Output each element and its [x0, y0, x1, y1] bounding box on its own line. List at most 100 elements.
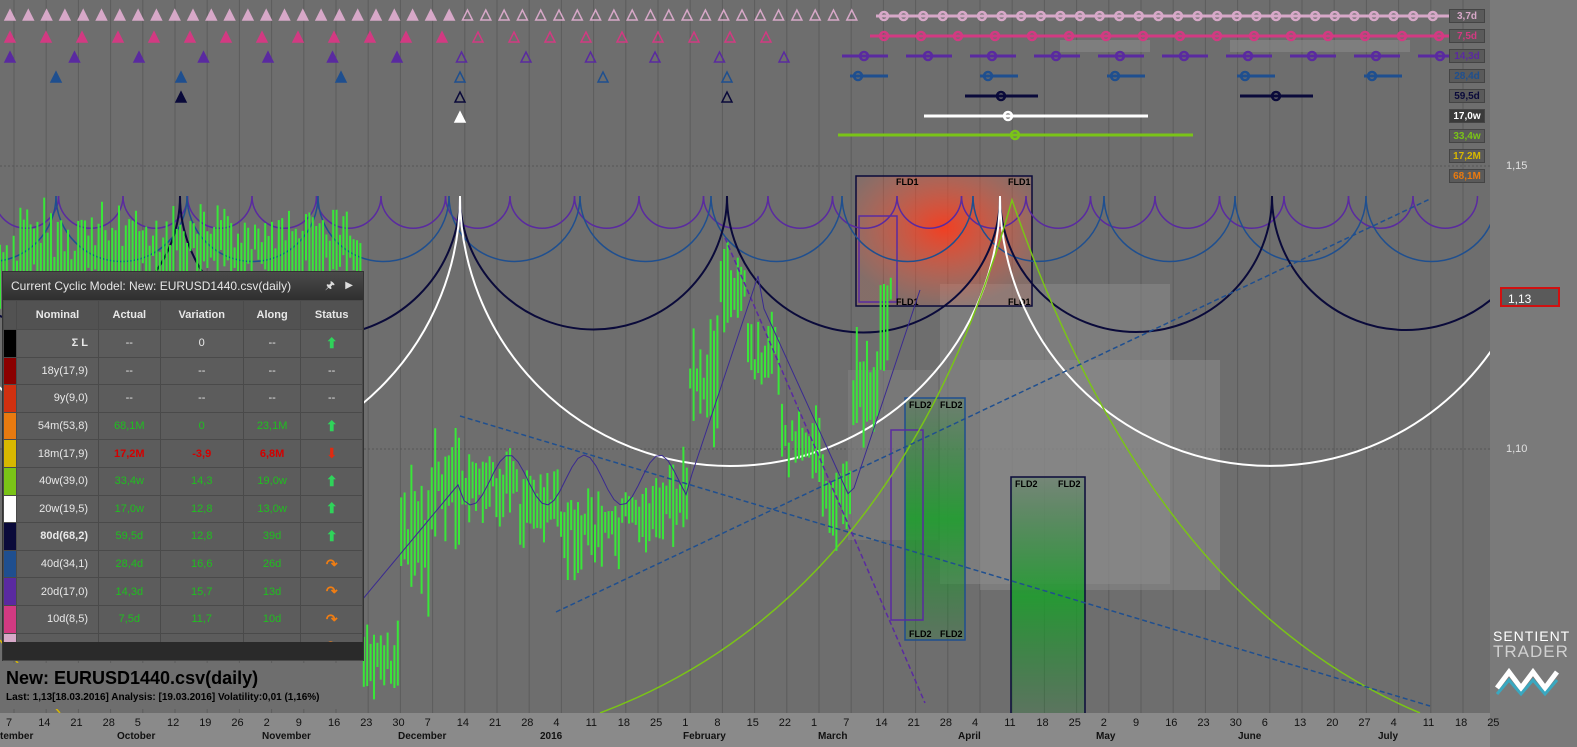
- cycle-row[interactable]: 80d(68,2) 59,5d 12,8 39d ⬆: [3, 522, 363, 551]
- last-analysis-line: Last: 1,13[18.03.2016] Analysis: [19.03.…: [6, 692, 320, 703]
- cycle-swatch: [3, 466, 17, 496]
- x-month-label: February: [683, 731, 726, 742]
- cycle-label: 28,4d: [1449, 69, 1485, 83]
- cycle-row[interactable]: 40d(34,1) 28,4d 16,6 26d ↷: [3, 549, 363, 579]
- nominal-cell: 80d(68,2): [16, 522, 99, 551]
- instrument-name: New: EURUSD1440.csv(daily): [6, 668, 259, 688]
- variation-cell: 11,7: [159, 604, 244, 634]
- cycle-row[interactable]: 40w(39,0) 33,4w 14,3 19,0w ⬆: [3, 466, 363, 496]
- x-date-label: 7: [843, 717, 850, 729]
- x-date-label: 18: [1455, 717, 1468, 729]
- fld2-label-d: FLD2: [940, 629, 963, 639]
- along-cell: 6,8M: [242, 439, 302, 468]
- header-variation[interactable]: Variation: [159, 300, 244, 330]
- chart-info: New: EURUSD1440.csv(daily) Last: 1,13[18…: [2, 663, 362, 709]
- cycle-swatch: [3, 329, 17, 358]
- cycle-row[interactable]: 54m(53,8) 68,1M 0 23,1M ⬆: [3, 411, 363, 441]
- nominal-cell: 20w(19,5): [16, 494, 99, 524]
- status-cell: ⬆: [300, 466, 363, 496]
- cycle-label: 33,4w: [1449, 129, 1485, 143]
- along-cell: 13,0w: [242, 494, 302, 524]
- actual-cell: 17,2M: [98, 439, 161, 468]
- fld2-label-b: FLD2: [940, 400, 963, 410]
- x-date-label: 30: [1229, 717, 1242, 729]
- x-date-label: 23: [360, 717, 373, 729]
- cycle-label: 14,3d: [1449, 49, 1485, 63]
- cycle-row[interactable]: 20d(17,0) 14,3d 15,7 13d ↷: [3, 577, 363, 606]
- x-date-label: 21: [489, 717, 502, 729]
- cycle-swatch: [3, 577, 17, 606]
- x-date-label: 28: [521, 717, 534, 729]
- x-date-label: 15: [746, 717, 759, 729]
- fld2-zone-b: [1010, 476, 1086, 713]
- nominal-cell: 18m(17,9): [16, 439, 99, 468]
- down-arrow-icon: ⬇: [325, 445, 338, 462]
- x-date-label: 21: [907, 717, 920, 729]
- pin-icon[interactable]: 🖈: [325, 272, 335, 300]
- x-date-label: 11: [1422, 717, 1435, 729]
- logo-line-2: TRADER: [1493, 642, 1569, 661]
- status-cell: ↷: [300, 549, 363, 579]
- variation-cell: 0: [159, 329, 244, 358]
- x-date-label: 4: [972, 717, 979, 729]
- variation-cell: --: [159, 384, 244, 413]
- x-date-label: 9: [295, 717, 302, 729]
- x-date-label: 20: [1326, 717, 1339, 729]
- along-cell: 39d: [242, 522, 302, 551]
- cycle-swatch: [3, 356, 17, 386]
- cycle-row[interactable]: 20w(19,5) 17,0w 12,8 13,0w ⬆: [3, 494, 363, 524]
- header-actual[interactable]: Actual: [98, 300, 161, 330]
- x-date-label: 14: [875, 717, 888, 729]
- x-date-label: 16: [328, 717, 341, 729]
- status-cell: ⬆: [300, 411, 363, 441]
- panel-footer: [3, 642, 363, 660]
- x-date-label: 5: [134, 717, 141, 729]
- actual-cell: --: [98, 356, 161, 386]
- cyclic-model-panel[interactable]: Current Cyclic Model: New: EURUSD1440.cs…: [2, 271, 364, 662]
- cycle-row[interactable]: 10d(8,5) 7,5d 11,7 10d ↷: [3, 604, 363, 634]
- logo-mark-icon: [1495, 667, 1559, 697]
- variation-cell: 15,7: [159, 577, 244, 606]
- x-month-label: tember: [0, 731, 34, 742]
- cycle-label: 3,7d: [1449, 9, 1485, 23]
- turn-arrow-icon: ↷: [325, 610, 338, 627]
- x-date-label: 2: [1100, 717, 1107, 729]
- x-date-label: 19: [199, 717, 212, 729]
- header-nominal[interactable]: Nominal: [16, 300, 99, 330]
- cycle-label: 7,5d: [1449, 29, 1485, 43]
- actual-cell: 7,5d: [98, 604, 161, 634]
- cycle-row[interactable]: 18m(17,9) 17,2M -3,9 6,8M ⬇: [3, 439, 363, 468]
- cycle-swatch: [3, 411, 17, 441]
- status-cell: ⬇: [300, 439, 363, 468]
- actual-cell: 17,0w: [98, 494, 161, 524]
- along-cell: --: [242, 356, 302, 386]
- x-date-label: 11: [585, 717, 598, 729]
- cycle-row[interactable]: 18y(17,9) -- -- -- --: [3, 356, 363, 386]
- header-along[interactable]: Along: [242, 300, 302, 330]
- x-date-label: 7: [6, 717, 13, 729]
- cycle-label: 17,2M: [1449, 149, 1485, 163]
- fld2-label-f: FLD2: [1058, 479, 1081, 489]
- x-date-label: 27: [1358, 717, 1371, 729]
- expand-arrow-icon[interactable]: ▶: [345, 272, 353, 300]
- variation-cell: 12,8: [159, 494, 244, 524]
- variation-cell: 0: [159, 411, 244, 441]
- variation-cell: --: [159, 356, 244, 386]
- actual-cell: 33,4w: [98, 466, 161, 496]
- nominal-cell: Σ L: [16, 329, 99, 358]
- cycle-row[interactable]: Σ L -- 0 -- ⬆: [3, 329, 363, 358]
- x-date-label: 16: [1165, 717, 1178, 729]
- fld2-zone-a: [904, 397, 966, 641]
- nominal-cell: 18y(17,9): [16, 356, 99, 386]
- cycle-swatch: [3, 604, 17, 634]
- cycle-row[interactable]: 9y(9,0) -- -- -- --: [3, 384, 363, 413]
- actual-cell: --: [98, 329, 161, 358]
- y-label-115: 1,15: [1506, 160, 1528, 172]
- up-arrow-icon: ⬆: [325, 334, 338, 351]
- x-date-label: 25: [1068, 717, 1081, 729]
- panel-title-bar[interactable]: Current Cyclic Model: New: EURUSD1440.cs…: [3, 272, 363, 300]
- x-date-label: 30: [392, 717, 405, 729]
- actual-cell: 28,4d: [98, 549, 161, 579]
- header-status[interactable]: Status: [300, 300, 363, 330]
- actual-cell: 59,5d: [98, 522, 161, 551]
